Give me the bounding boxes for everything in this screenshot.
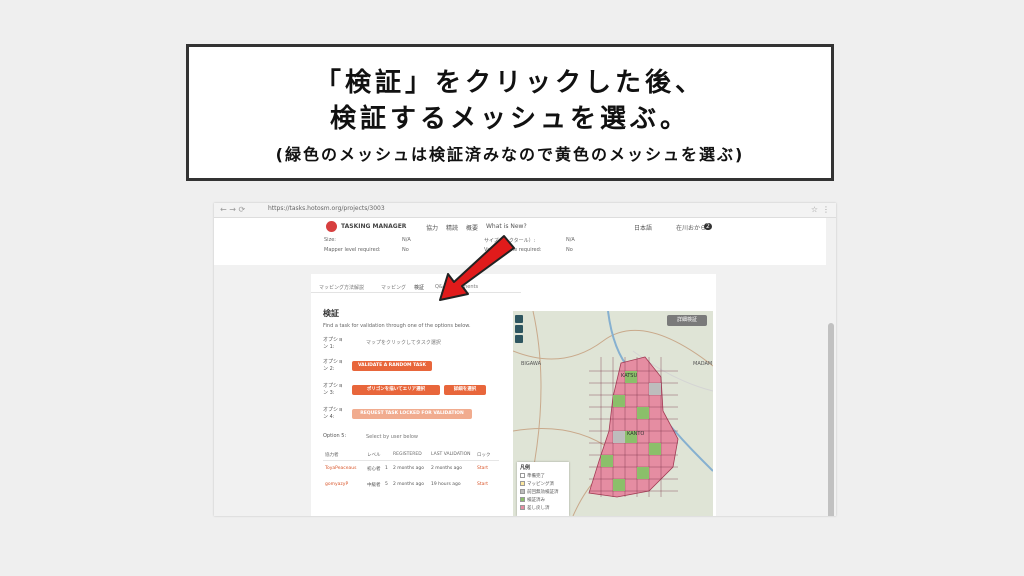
info-value: N/A [566,237,575,243]
registered-cell: 2 months ago [393,482,425,487]
legend-item: 準備完了 [520,473,545,479]
task-map[interactable]: BIGAWA MADAM KATSU KANTO 詳細検証 凡例 準備完了 マッ… [513,311,713,516]
legend-swatch [520,505,525,510]
scrollbar-thumb[interactable] [828,323,834,516]
star-icon[interactable]: ☆ [811,205,818,214]
start-link[interactable]: Start [477,466,488,471]
zoom-out-button[interactable] [515,325,523,333]
info-label: Size: [324,237,336,243]
map-legend: 凡例 準備完了 マッピング済 前回無効検証済 検証済み 差し戻し済 [517,462,569,516]
map-label: KATSU [621,373,637,379]
table-row: gomyazyP 中級者 5 2 months ago 19 hours ago… [323,480,499,490]
info-value: No [402,247,409,253]
detailed-validation-button[interactable]: 詳細検証 [667,315,707,326]
instruction-callout: 「検証」をクリックした後、 検証するメッシュを選ぶ。 (緑色のメッシュは検証済み… [186,44,834,181]
kebab-menu-icon[interactable]: ⋮ [822,205,830,214]
zoom-in-button[interactable] [515,315,523,323]
option-5-text: Select by user below [366,434,419,440]
red-arrow-icon [439,235,515,301]
legend-swatch [520,481,525,486]
map-label: BIGAWA [521,361,542,367]
col-header[interactable]: レベル [367,452,381,458]
table-header: 協力者 レベル REGISTERED LAST VALIDATION ロック [323,450,499,461]
legend-item: 検証済み [520,497,545,503]
user-link[interactable]: gomyazyP [325,482,348,487]
option-4-label: オプション 4: [323,407,344,420]
browser-toolbar: ← → ⟳ https://tasks.hotosm.org/projects/… [214,203,836,218]
legend-item: マッピング済 [520,481,554,487]
info-value: No [566,247,573,253]
table-row: ToyaPeaceaus 初心者 1 2 months ago 2 months… [323,464,499,474]
level-cell: 初心者 [367,467,381,472]
last-validation-cell: 2 months ago [431,466,463,471]
option-1-text: マップをクリックしてタスク選択 [366,340,441,346]
callout-line-2: 検証するメッシュを選ぶ。 [329,104,690,134]
count-cell: 5 [385,482,388,487]
user-link[interactable]: ToyaPeaceaus [325,466,356,471]
option-1-label: オプション 1: [323,337,344,350]
col-header[interactable]: ロック [477,452,491,458]
col-header[interactable]: LAST VALIDATION [431,452,471,457]
start-link[interactable]: Start [477,482,488,487]
legend-swatch [520,489,525,494]
last-validation-cell: 19 hours ago [431,482,461,487]
notification-badge[interactable]: 2 [704,223,712,230]
tab-mapping[interactable]: マッピング [381,284,406,291]
nav-item-whats-new[interactable]: What is New? [486,223,527,230]
callout-line-1: 「検証」をクリックした後、 [314,68,705,98]
legend-title: 凡例 [520,465,531,471]
address-bar[interactable]: https://tasks.hotosm.org/projects/3003 [268,205,385,212]
page-title: 検証 [323,309,339,318]
map-label: KANTO [627,431,644,437]
info-label: Mapper level required: [324,247,381,253]
tab-mapping-instructions[interactable]: マッピング方法解説 [319,284,364,291]
page-scrollbar[interactable] [826,218,836,516]
draw-polygon-button[interactable]: ポリゴンを描いてエリア選択 [352,385,440,395]
hot-logo-icon[interactable] [326,221,337,232]
browser-screenshot: ← → ⟳ https://tasks.hotosm.org/projects/… [214,203,836,516]
registered-cell: 2 months ago [393,466,425,471]
back-arrow-icon[interactable]: ← → ⟳ [220,205,245,214]
select-detail-button[interactable]: 詳細を選択 [444,385,486,395]
info-value: N/A [402,237,411,243]
legend-item: 前回無効検証済 [520,489,559,495]
option-3-label: オプション 3: [323,383,344,396]
language-select[interactable]: 日本語 [634,223,652,232]
callout-line-3: (緑色のメッシュは検証済みなので黄色のメッシュを選ぶ) [275,145,745,164]
map-label: MADAM [693,361,712,367]
request-locked-task-button[interactable]: REQUEST TASK LOCKED FOR VALIDATION [352,409,472,419]
brand-name[interactable]: TASKING MANAGER [341,223,406,230]
legend-swatch [520,473,525,478]
validation-panel: マッピング方法解説 マッピング 検証 Q&A Comments 検証 Find … [311,274,716,516]
legend-swatch [520,497,525,502]
option-5-label: Option 5: [323,433,347,439]
user-menu[interactable]: 在川おから [676,223,706,232]
option-2-label: オプション 2: [323,359,344,372]
col-header[interactable]: 協力者 [325,452,339,458]
legend-item: 差し戻し済 [520,505,550,511]
validate-random-task-button[interactable]: VALIDATE A RANDOM TASK [352,361,432,371]
map-layers-button[interactable] [515,335,523,343]
level-cell: 中級者 [367,483,381,488]
count-cell: 1 [385,466,388,471]
panel-description: Find a task for validation through one o… [323,323,471,329]
col-header[interactable]: REGISTERED [393,452,422,457]
